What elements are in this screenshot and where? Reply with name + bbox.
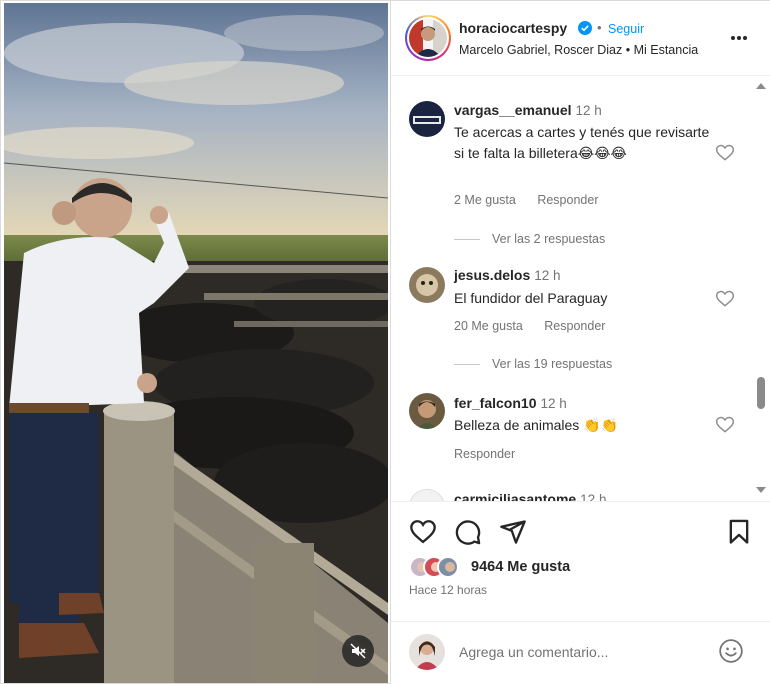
comment-like-icon[interactable] (715, 143, 735, 163)
scroll-down-arrow-icon[interactable] (756, 487, 766, 493)
likes-count[interactable]: 9464 Me gusta (471, 559, 570, 575)
share-icon[interactable] (499, 518, 527, 546)
comment-input[interactable] (459, 640, 699, 664)
reply-button[interactable]: Responder (544, 319, 605, 333)
heart-icon[interactable] (409, 518, 437, 546)
more-options-icon[interactable] (728, 28, 750, 48)
posted-time[interactable]: Hace 12 horas (409, 583, 487, 597)
comment-text: Te acercas a cartes y tenés que revisart… (454, 124, 710, 161)
comment-meta: 2 Me gusta Responder (454, 193, 616, 207)
commenter-avatar[interactable] (409, 489, 445, 501)
bookmark-icon[interactable] (725, 518, 753, 546)
comment-username[interactable]: fer_falcon10 12 h (454, 395, 567, 411)
comment-time: 12 h (580, 492, 607, 501)
comment-likes[interactable]: 20 Me gusta (454, 319, 523, 333)
separator-dot: • (597, 20, 602, 35)
comment-text: Belleza de animales 👏👏 (454, 417, 619, 433)
comment-text: El fundidor del Paraguay (454, 290, 608, 306)
post-video[interactable] (4, 3, 388, 683)
comment-like-icon[interactable] (715, 415, 735, 435)
video-frame (4, 3, 388, 683)
follow-button[interactable]: Seguir (608, 22, 644, 36)
comment-item: vargas__emanuel 12 h Te acercas a cartes … (391, 77, 751, 257)
comment-time: 12 h (540, 396, 567, 411)
commenter-avatar[interactable] (409, 393, 445, 429)
comment-time: 12 h (575, 103, 602, 118)
commenter-avatar[interactable] (409, 267, 445, 303)
comment-icon[interactable] (454, 518, 482, 546)
comment-likes[interactable]: 2 Me gusta (454, 193, 516, 207)
comment-item: fer_falcon10 12 h Belleza de animales 👏👏 … (391, 393, 751, 473)
commenter-avatar[interactable] (409, 101, 445, 137)
author-avatar-image (409, 19, 447, 57)
comment-username[interactable]: jesus.delos 12 h (454, 267, 561, 283)
comment-username[interactable]: carmiciliasantome 12 h (454, 491, 606, 501)
author-avatar[interactable] (405, 15, 451, 61)
view-replies[interactable]: Ver las 19 respuestas (454, 357, 612, 371)
add-comment-bar (391, 621, 770, 684)
mute-button[interactable] (342, 635, 374, 667)
current-user-avatar (409, 634, 445, 670)
comments-scrollbar[interactable] (753, 83, 767, 493)
post-details-panel: horaciocartespy • Seguir Marcelo Gabriel… (390, 1, 770, 684)
comment-item: jesus.delos 12 h El fundidor del Paraguay… (391, 267, 751, 377)
post-dialog: horaciocartespy • Seguir Marcelo Gabriel… (0, 0, 770, 684)
reply-button[interactable]: Responder (537, 193, 598, 207)
scroll-up-arrow-icon[interactable] (756, 83, 766, 89)
comment-time: 12 h (534, 268, 561, 283)
comments-list[interactable]: vargas__emanuel 12 h Te acercas a cartes … (391, 77, 770, 501)
view-replies[interactable]: Ver las 2 respuestas (454, 232, 605, 246)
comment-like-icon[interactable] (715, 289, 735, 309)
comment-meta: Responder (454, 447, 533, 461)
author-username[interactable]: horaciocartespy (459, 20, 567, 36)
likers-avatars[interactable] (409, 556, 469, 580)
scroll-thumb[interactable] (757, 377, 765, 409)
comment-meta: 20 Me gusta Responder (454, 319, 623, 333)
post-actions: 9464 Me gusta Hace 12 horas (391, 501, 770, 621)
collaborators-location[interactable]: Marcelo Gabriel, Roscer Diaz • Mi Estanc… (459, 43, 698, 57)
emoji-icon[interactable] (718, 638, 744, 664)
verified-badge-icon (578, 21, 592, 35)
post-header: horaciocartespy • Seguir Marcelo Gabriel… (391, 1, 770, 76)
comment-username[interactable]: vargas__emanuel 12 h (454, 102, 602, 118)
reply-button[interactable]: Responder (454, 447, 515, 461)
mute-icon (350, 643, 366, 659)
comment-item: carmiciliasantome 12 h (391, 489, 751, 501)
